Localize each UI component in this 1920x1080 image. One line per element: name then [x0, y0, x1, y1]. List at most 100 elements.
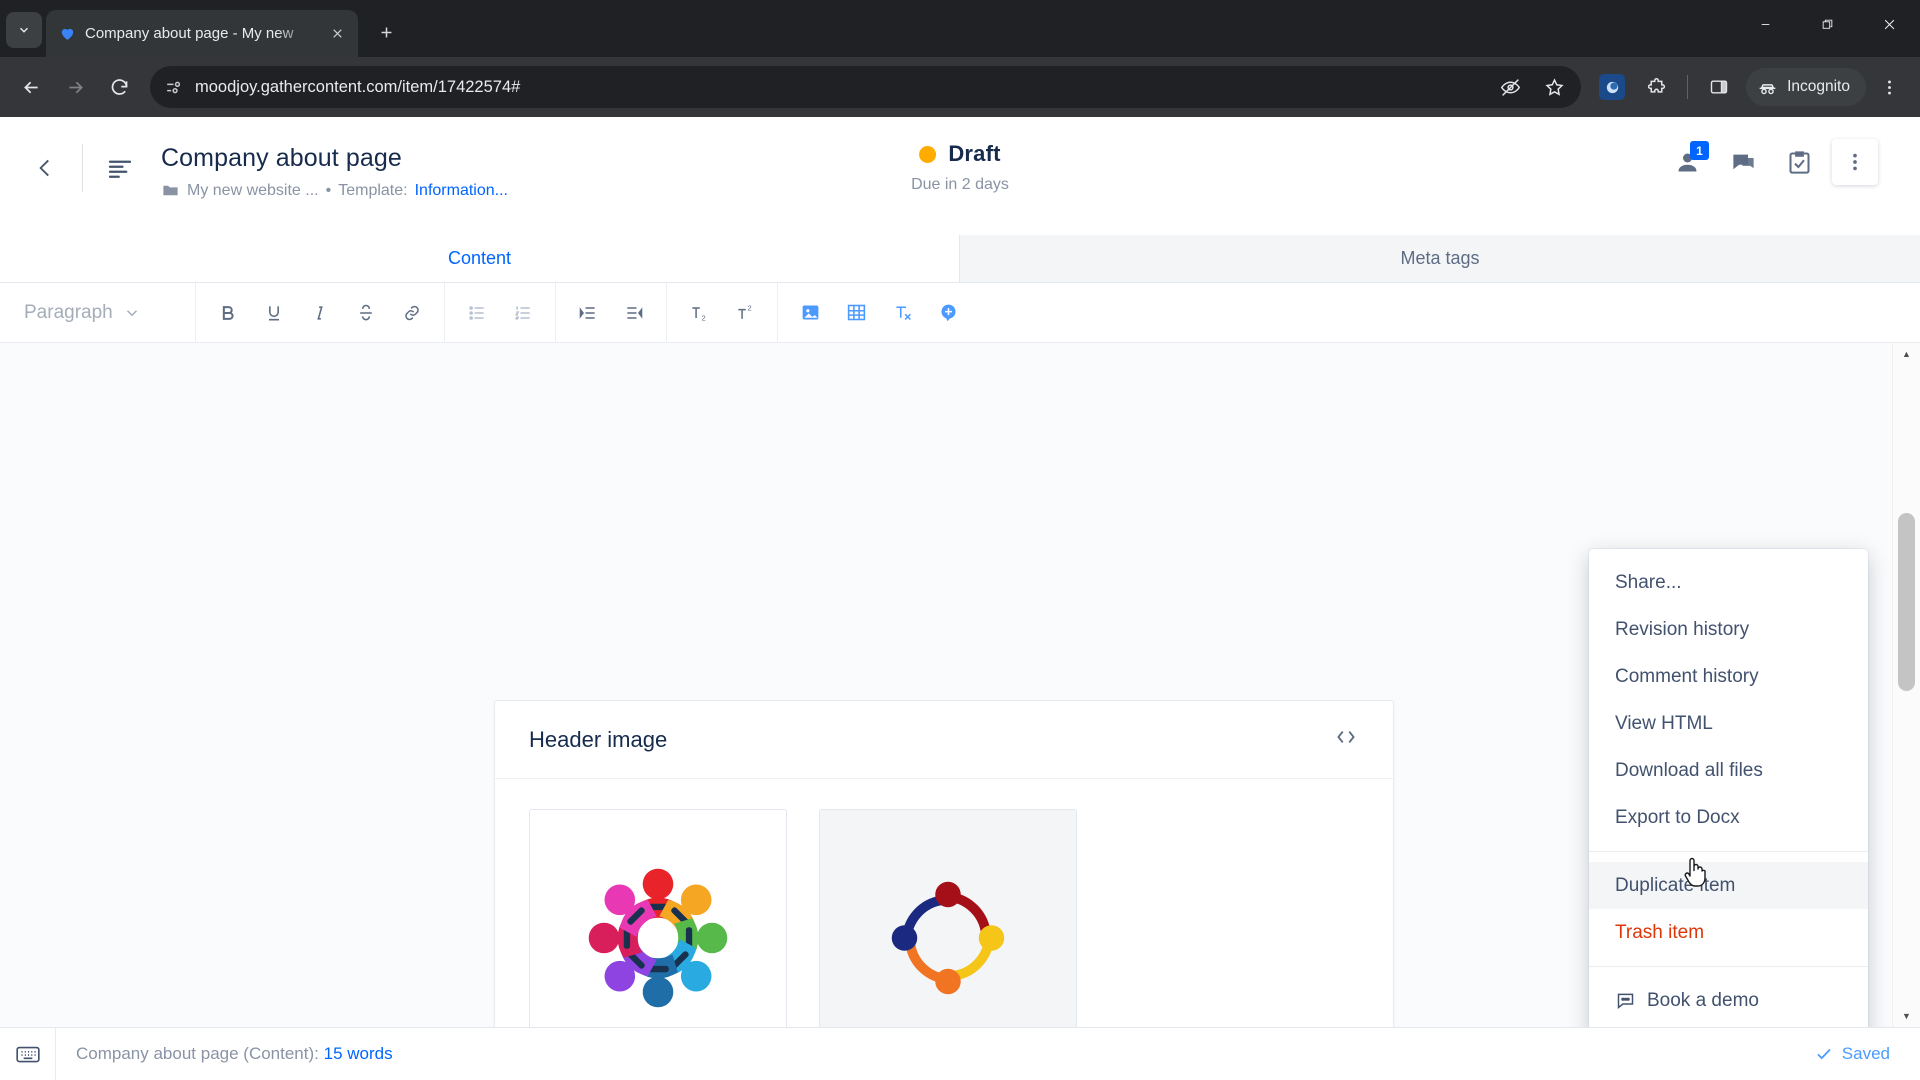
clear-formatting-icon[interactable]: [880, 291, 924, 335]
item-header: Company about page My new website ... • …: [0, 117, 1920, 235]
editor-toolbar: Paragraph 2 2: [0, 282, 1920, 343]
site-info-icon[interactable]: [164, 78, 183, 97]
tab-strip: Company about page - My new: [0, 0, 1920, 57]
tasks-clipboard-icon[interactable]: [1776, 139, 1822, 185]
back-icon[interactable]: [10, 66, 52, 108]
close-icon[interactable]: [1858, 0, 1920, 48]
assignee-icon[interactable]: 1: [1664, 139, 1710, 185]
subscript-icon[interactable]: 2: [677, 291, 721, 335]
editor-canvas: Header image ▲ ▼ Share... Revision histo…: [0, 343, 1920, 1027]
add-comment-icon[interactable]: [926, 291, 970, 335]
address-bar[interactable]: moodjoy.gathercontent.com/item/17422574#: [150, 66, 1582, 108]
tab-content[interactable]: Content: [0, 235, 960, 282]
italic-icon[interactable]: [298, 291, 342, 335]
view-html-icon[interactable]: [1333, 724, 1359, 755]
menu-item-share[interactable]: Share...: [1589, 559, 1868, 606]
file-thumbnail[interactable]: [529, 809, 787, 1027]
four-person-swirl-logo: [891, 881, 1005, 995]
status-area: Draft Due in 2 days: [911, 141, 1009, 194]
scroll-down-icon[interactable]: ▼: [1893, 1005, 1920, 1027]
vertical-scrollbar[interactable]: ▲ ▼: [1892, 343, 1920, 1027]
header-titles: Company about page My new website ... • …: [161, 141, 508, 200]
paragraph-style-label: Paragraph: [24, 301, 113, 323]
breadcrumb-project[interactable]: My new website ...: [187, 182, 319, 200]
numbered-list-icon[interactable]: [501, 291, 545, 335]
underline-icon[interactable]: [252, 291, 296, 335]
extension-icon[interactable]: [1591, 66, 1633, 108]
outline-toggle-icon[interactable]: [93, 141, 147, 195]
restore-icon[interactable]: [1796, 0, 1858, 48]
window-controls: [1734, 0, 1920, 48]
breadcrumb: My new website ... • Template: Informati…: [161, 181, 508, 200]
folder-icon: [161, 181, 180, 200]
minimize-icon[interactable]: [1734, 0, 1796, 48]
file-thumbnail[interactable]: [819, 809, 1077, 1027]
tab-meta-tags[interactable]: Meta tags: [960, 235, 1920, 282]
item-actions-menu-button[interactable]: [1832, 139, 1878, 185]
menu-item-trash-item[interactable]: Trash item: [1589, 909, 1868, 956]
scrollbar-thumb[interactable]: [1898, 513, 1915, 691]
reload-icon[interactable]: [98, 66, 140, 108]
status-label: Draft: [948, 141, 1001, 166]
incognito-profile-button[interactable]: Incognito: [1746, 68, 1866, 106]
menu-item-revision-history[interactable]: Revision history: [1589, 606, 1868, 653]
tracking-protection-icon[interactable]: [1489, 66, 1531, 108]
saved-indicator: Saved: [1815, 1044, 1890, 1064]
strikethrough-icon[interactable]: [344, 291, 388, 335]
menu-item-duplicate-item[interactable]: Duplicate item: [1589, 862, 1868, 909]
field-card: Header image: [494, 700, 1394, 1027]
superscript-icon[interactable]: 2: [723, 291, 767, 335]
item-actions-menu: Share... Revision history Comment histor…: [1589, 549, 1868, 1027]
bulleted-list-icon[interactable]: [455, 291, 499, 335]
saved-label: Saved: [1841, 1044, 1890, 1063]
tab-title: Company about page - My new: [85, 25, 294, 42]
scroll-up-icon[interactable]: ▲: [1893, 343, 1920, 365]
indent-icon[interactable]: [566, 291, 610, 335]
chat-bubble-icon: [1615, 990, 1636, 1011]
close-icon[interactable]: [326, 23, 348, 45]
insert-image-icon[interactable]: [788, 291, 832, 335]
menu-item-book-a-demo[interactable]: Book a demo: [1589, 977, 1868, 1024]
content-tabs: Content Meta tags: [0, 235, 1920, 283]
status-badge[interactable]: Draft: [911, 141, 1009, 167]
new-tab-button[interactable]: [368, 14, 404, 50]
menu-item-download-all-files[interactable]: Download all files: [1589, 747, 1868, 794]
text-format-group: [196, 282, 445, 343]
bookmark-star-icon[interactable]: [1533, 66, 1575, 108]
menu-item-view-html[interactable]: View HTML: [1589, 700, 1868, 747]
toolbar-divider: [1687, 75, 1689, 99]
gathercontent-heart-icon: [58, 25, 76, 43]
menu-item-comment-history[interactable]: Comment history: [1589, 653, 1868, 700]
url-text: moodjoy.gathercontent.com/item/17422574#: [195, 77, 521, 96]
menu-separator: [1589, 851, 1868, 852]
insert-table-icon[interactable]: [834, 291, 878, 335]
side-panel-icon[interactable]: [1698, 66, 1740, 108]
header-actions: 1: [1664, 139, 1878, 185]
script-group: 2 2: [667, 282, 778, 343]
tab-search-button[interactable]: [6, 12, 42, 48]
keyboard-shortcuts-icon[interactable]: [0, 1027, 56, 1080]
forward-icon[interactable]: [54, 66, 96, 108]
browser-tab[interactable]: Company about page - My new: [46, 10, 358, 57]
breadcrumb-separator: •: [325, 181, 332, 199]
status-bar: Company about page (Content): 15 words S…: [0, 1027, 1920, 1080]
field-header: Header image: [495, 701, 1393, 779]
mouse-cursor-pointer: [1682, 857, 1708, 894]
svg-text:2: 2: [702, 313, 706, 322]
menu-item-export-to-docx[interactable]: Export to Docx: [1589, 794, 1868, 841]
link-icon[interactable]: [390, 291, 434, 335]
comments-icon[interactable]: [1720, 139, 1766, 185]
assignee-badge: 1: [1690, 141, 1709, 160]
chrome-menu-icon[interactable]: [1868, 66, 1910, 108]
back-to-list-icon[interactable]: [18, 141, 72, 195]
insert-group: [778, 283, 980, 343]
status-item-name: Company about page (Content):: [76, 1044, 324, 1063]
bold-icon[interactable]: [206, 291, 250, 335]
paragraph-style-select[interactable]: Paragraph: [0, 282, 196, 343]
puzzle-extensions-icon[interactable]: [1635, 66, 1677, 108]
menu-item-contact-support[interactable]: Contact support: [1589, 1024, 1868, 1027]
breadcrumb-template-value[interactable]: Information...: [415, 182, 508, 200]
header-divider: [82, 144, 83, 192]
outdent-icon[interactable]: [612, 291, 656, 335]
indent-group: [556, 282, 667, 343]
